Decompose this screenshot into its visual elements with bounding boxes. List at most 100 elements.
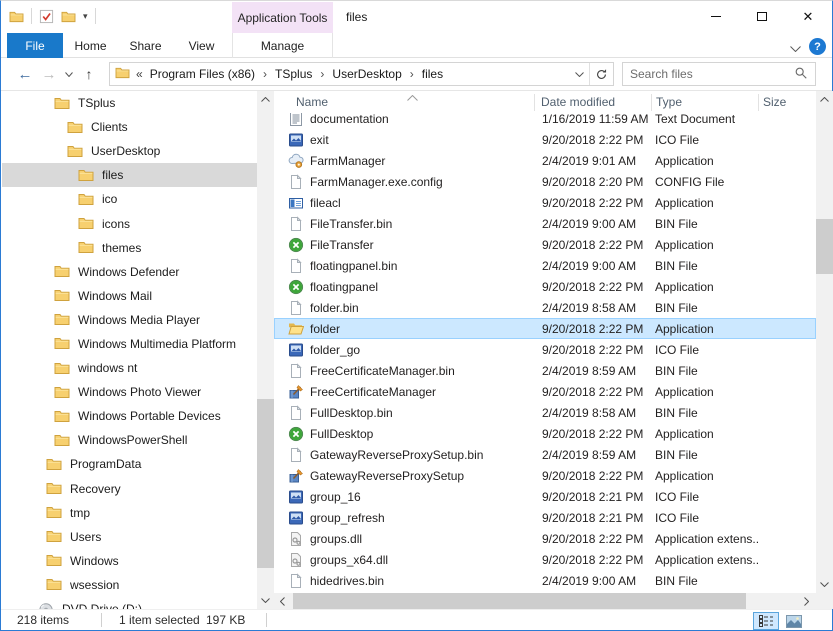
details-view-button[interactable] (753, 612, 779, 630)
tree-item[interactable]: Users (2, 525, 257, 549)
scroll-up-icon[interactable] (816, 91, 833, 108)
tab-home[interactable]: Home (63, 33, 118, 58)
file-row[interactable]: groups.dll 9/20/2018 2:22 PM Application… (274, 528, 816, 549)
breadcrumb-chevron-icon[interactable]: › (263, 67, 267, 81)
checkmark-icon[interactable] (39, 9, 54, 24)
forward-button[interactable]: → (37, 62, 61, 86)
file-row[interactable]: FullDesktop.bin 2/4/2019 8:58 AM BIN Fil… (274, 402, 816, 423)
close-button[interactable]: ✕ (785, 1, 831, 31)
tree-item-label: Windows Portable Devices (78, 409, 221, 423)
column-header-type[interactable]: Type (656, 95, 682, 109)
file-row[interactable]: GatewayReverseProxySetup.bin 2/4/2019 8:… (274, 444, 816, 465)
search-icon[interactable] (794, 66, 808, 83)
file-row[interactable]: floatingpanel.bin 2/4/2019 9:00 AM BIN F… (274, 255, 816, 276)
file-row[interactable]: exit 9/20/2018 2:22 PM ICO File (274, 129, 816, 150)
qat-dropdown-icon[interactable]: ▾ (83, 12, 88, 21)
file-row[interactable]: FarmManager 2/4/2019 9:01 AM Application (274, 150, 816, 171)
scroll-right-icon[interactable] (798, 593, 815, 609)
horizontal-scrollbar-thumb[interactable] (293, 593, 746, 609)
back-button[interactable]: ← (13, 62, 37, 86)
tree-item[interactable]: Windows (2, 549, 257, 573)
tab-file[interactable]: File (7, 33, 63, 58)
scroll-left-icon[interactable] (274, 593, 291, 609)
column-separator[interactable] (534, 94, 535, 111)
minimize-button[interactable] (693, 1, 739, 31)
folder-icon[interactable] (61, 10, 76, 23)
tree-item[interactable]: Windows Portable Devices (2, 404, 257, 428)
file-row[interactable]: FreeCertificateManager.bin 2/4/2019 8:59… (274, 360, 816, 381)
list-scrollbar[interactable] (816, 91, 833, 593)
tab-share[interactable]: Share (118, 33, 173, 58)
tree-item[interactable]: Windows Mail (2, 284, 257, 308)
help-icon[interactable]: ? (809, 38, 826, 55)
breadcrumb-item[interactable]: TSplus (273, 67, 314, 81)
tree-item[interactable]: themes (2, 236, 257, 260)
tree-item[interactable]: ProgramData (2, 452, 257, 476)
tree-item[interactable]: DVD Drive (D:) (2, 597, 257, 609)
file-row[interactable]: FileTransfer.bin 2/4/2019 9:00 AM BIN Fi… (274, 213, 816, 234)
tree-item[interactable]: WindowsPowerShell (2, 428, 257, 452)
column-header-date-modified[interactable]: Date modified (541, 95, 615, 109)
thumbnails-view-button[interactable] (781, 612, 807, 630)
folder-icon[interactable] (9, 10, 24, 23)
tree-item[interactable]: ico (2, 187, 257, 211)
file-row[interactable]: group_refresh 9/20/2018 2:21 PM ICO File (274, 507, 816, 528)
tree-item[interactable]: Windows Media Player (2, 308, 257, 332)
file-row[interactable]: hidedrives.bin 2/4/2019 9:00 AM BIN File (274, 570, 816, 591)
search-input[interactable]: Search files (622, 62, 816, 86)
file-row[interactable]: documentation 1/16/2019 11:59 AM Text Do… (274, 113, 816, 129)
address-bar[interactable]: « Program Files (x86) › TSplus › UserDesktop… (109, 62, 614, 86)
file-name-cell: groups_x64.dll (274, 552, 534, 568)
tree-item[interactable]: Clients (2, 115, 257, 139)
tree-scrollbar[interactable] (257, 91, 274, 609)
tab-manage[interactable]: Manage (232, 33, 333, 58)
tree-item[interactable]: Windows Multimedia Platform (2, 332, 257, 356)
file-row[interactable]: folder.bin 2/4/2019 8:58 AM BIN File (274, 297, 816, 318)
tree-item[interactable]: Windows Photo Viewer (2, 380, 257, 404)
file-row[interactable]: FullDesktop 9/20/2018 2:22 PM Applicatio… (274, 423, 816, 444)
file-row[interactable]: FileTransfer 9/20/2018 2:22 PM Applicati… (274, 234, 816, 255)
breadcrumb-chevron-icon[interactable]: › (320, 67, 324, 81)
tree-item[interactable]: TSplus (2, 91, 257, 115)
tree-item[interactable]: UserDesktop (2, 139, 257, 163)
file-row[interactable]: groups_x64.dll 9/20/2018 2:22 PM Applica… (274, 549, 816, 570)
horizontal-scrollbar[interactable] (274, 593, 816, 609)
file-row[interactable]: floatingpanel 9/20/2018 2:22 PM Applicat… (274, 276, 816, 297)
tree-item[interactable]: wsession (2, 573, 257, 597)
up-button[interactable]: ↑ (77, 62, 101, 86)
breadcrumb-item[interactable]: files (420, 67, 445, 81)
file-row[interactable]: folder_go 9/20/2018 2:22 PM ICO File (274, 339, 816, 360)
tree-item[interactable]: Recovery (2, 477, 257, 501)
tree-item[interactable]: files (2, 163, 257, 187)
collapse-ribbon-chevron-icon[interactable] (790, 41, 801, 55)
refresh-icon[interactable] (589, 63, 613, 85)
breadcrumb-overflow[interactable]: « (136, 67, 143, 81)
tree-item[interactable]: windows nt (2, 356, 257, 380)
file-type-cell: BIN File (649, 574, 759, 588)
file-row[interactable]: group_16 9/20/2018 2:21 PM ICO File (274, 486, 816, 507)
list-scrollbar-thumb[interactable] (816, 219, 833, 274)
scroll-down-icon[interactable] (816, 576, 833, 593)
breadcrumb-chevron-icon[interactable]: › (410, 67, 414, 81)
file-row[interactable]: FarmManager.exe.config 9/20/2018 2:20 PM… (274, 171, 816, 192)
column-separator[interactable] (758, 94, 759, 111)
column-header-size[interactable]: Size (763, 95, 786, 109)
file-row[interactable]: folder 9/20/2018 2:22 PM Application (274, 318, 816, 339)
tree-scrollbar-thumb[interactable] (257, 399, 274, 568)
column-header-name[interactable]: Name (296, 95, 328, 109)
tree-item[interactable]: icons (2, 211, 257, 235)
address-dropdown-chevron-icon[interactable] (569, 72, 589, 77)
tree-item[interactable]: Windows Defender (2, 260, 257, 284)
maximize-button[interactable] (739, 1, 785, 31)
tab-view[interactable]: View (173, 33, 230, 58)
recent-locations-chevron-icon[interactable] (61, 62, 77, 86)
scroll-down-icon[interactable] (257, 592, 274, 609)
scroll-up-icon[interactable] (257, 91, 274, 108)
breadcrumb-item[interactable]: Program Files (x86) (148, 67, 257, 81)
tree-item[interactable]: tmp (2, 501, 257, 525)
file-row[interactable]: FreeCertificateManager 9/20/2018 2:22 PM… (274, 381, 816, 402)
file-row[interactable]: GatewayReverseProxySetup 9/20/2018 2:22 … (274, 465, 816, 486)
breadcrumb-item[interactable]: UserDesktop (330, 67, 403, 81)
file-row[interactable]: fileacl 9/20/2018 2:22 PM Application (274, 192, 816, 213)
column-separator[interactable] (651, 94, 652, 111)
